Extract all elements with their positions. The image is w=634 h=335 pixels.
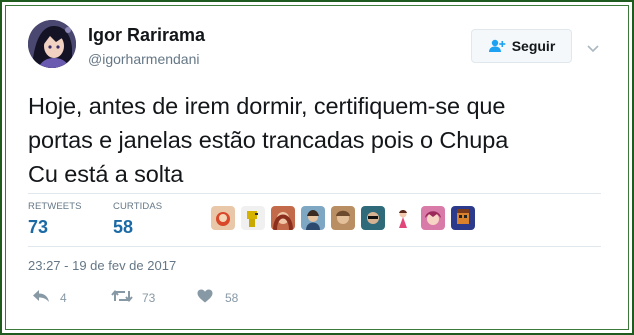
- user-handle[interactable]: @igorharmendani: [88, 51, 200, 67]
- liker-avatar[interactable]: [361, 206, 385, 230]
- liker-avatar[interactable]: [301, 206, 325, 230]
- liker-avatar[interactable]: [391, 206, 415, 230]
- retweets-stat[interactable]: RETWEETS 73: [28, 201, 82, 238]
- retweet-icon: [111, 289, 133, 306]
- follow-button[interactable]: Seguir: [471, 29, 572, 63]
- retweet-count: 73: [142, 290, 156, 305]
- tweet-text: Hoje, antes de irem dormir, certifiquem-…: [28, 89, 608, 191]
- likes-value: 58: [113, 217, 134, 237]
- liker-avatar[interactable]: [271, 206, 295, 230]
- display-name[interactable]: Igor Rarirama: [88, 25, 205, 46]
- liker-avatar[interactable]: [421, 206, 445, 230]
- likes-label: CURTIDAS: [113, 201, 163, 212]
- reply-icon: [32, 289, 50, 306]
- liker-avatar[interactable]: [331, 206, 355, 230]
- divider: [28, 246, 601, 247]
- follow-button-label: Seguir: [511, 38, 556, 54]
- tweet-line: Cu está a solta: [28, 161, 184, 187]
- tweet-line: portas e janelas estão trancadas pois o …: [28, 127, 509, 153]
- heart-icon: [197, 289, 213, 306]
- liker-avatar[interactable]: [451, 206, 475, 230]
- likes-stat[interactable]: CURTIDAS 58: [113, 201, 162, 238]
- liker-avatar[interactable]: [211, 206, 235, 230]
- add-user-icon: [488, 39, 506, 53]
- reply-button[interactable]: 4: [32, 289, 67, 306]
- chevron-down-icon[interactable]: [587, 40, 599, 58]
- reply-count: 4: [60, 290, 67, 305]
- tweet-timestamp[interactable]: 23:27 - 19 de fev de 2017: [28, 258, 176, 273]
- like-count: 58: [225, 290, 239, 305]
- retweets-label: RETWEETS: [28, 201, 82, 212]
- retweets-value: 73: [28, 217, 49, 237]
- avatar[interactable]: [28, 20, 76, 68]
- liker-avatar[interactable]: [241, 206, 265, 230]
- retweet-button[interactable]: 73: [111, 289, 155, 306]
- like-button[interactable]: 58: [197, 289, 238, 306]
- divider: [28, 193, 601, 194]
- liker-avatars: [211, 206, 475, 230]
- tweet-line: Hoje, antes de irem dormir, certifiquem-…: [28, 93, 506, 119]
